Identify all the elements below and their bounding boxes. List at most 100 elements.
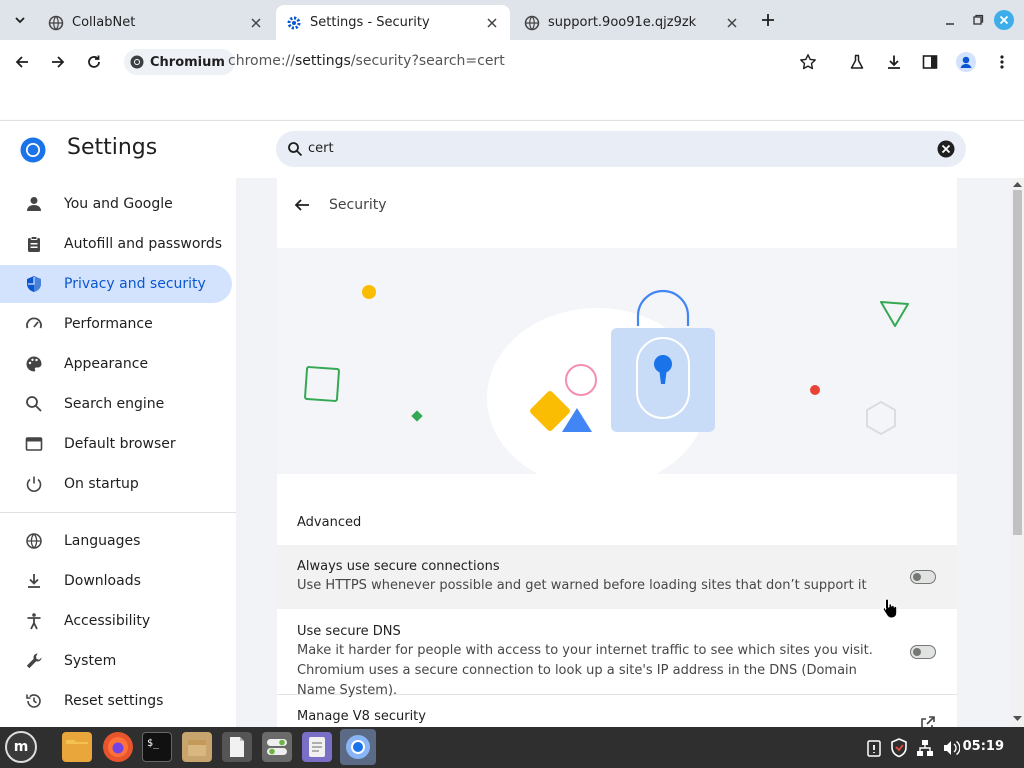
maximize-button[interactable]	[968, 10, 988, 30]
sidebar-item-label: Autofill and passwords	[64, 236, 223, 252]
side-panel-button[interactable]	[916, 48, 944, 76]
settings-search-box[interactable]: cert	[276, 131, 966, 167]
sidebar-item-reset-settings[interactable]: Reset settings	[0, 682, 232, 720]
tab-label: Settings - Security	[310, 15, 430, 30]
download-icon	[24, 571, 44, 591]
forward-button[interactable]	[44, 48, 72, 76]
main-scrollbar[interactable]	[1011, 178, 1024, 727]
sidebar-item-search-engine[interactable]: Search engine	[0, 385, 232, 423]
site-info-chip[interactable]: Chromium	[124, 49, 235, 75]
settings-search-input[interactable]: cert	[308, 141, 334, 156]
tab-settings-security[interactable]: Settings - Security	[276, 5, 510, 40]
system-clock[interactable]: 05:19	[963, 739, 1004, 754]
close-icon	[251, 17, 261, 28]
close-tab-button[interactable]	[482, 13, 502, 33]
download-icon	[888, 55, 900, 69]
text-editor-button[interactable]	[222, 732, 252, 762]
always-use-secure-connections-row[interactable]: Always use secure connections Use HTTPS …	[277, 545, 957, 609]
star-outline-icon	[800, 54, 816, 70]
sidebar-item-label: Search engine	[64, 396, 165, 412]
sidebar-item-on-startup[interactable]: On startup	[0, 465, 232, 503]
tab-collabnet[interactable]: CollabNet	[38, 5, 274, 40]
url-prefix: chrome://	[228, 53, 295, 69]
files-app-button[interactable]	[62, 732, 92, 762]
sidebar-item-label: Downloads	[64, 573, 141, 589]
back-button[interactable]	[8, 48, 36, 76]
security-page-card: Security Advanced Always use secure conn…	[277, 178, 957, 727]
sidebar-item-downloads[interactable]: Downloads	[0, 562, 232, 600]
bookmark-button[interactable]	[794, 48, 822, 76]
archive-button[interactable]	[182, 732, 212, 762]
close-window-button[interactable]	[994, 10, 1014, 30]
clear-circle-icon	[937, 140, 955, 158]
settings-gear-icon	[286, 15, 302, 31]
chip-label: Chromium	[150, 54, 225, 70]
sidebar-item-you-and-google[interactable]: You and Google	[0, 185, 232, 223]
search-icon	[288, 142, 303, 157]
security-illustration	[304, 285, 909, 474]
back-to-privacy-button[interactable]	[293, 196, 313, 216]
profile-button[interactable]	[952, 48, 980, 76]
scroll-up-arrow-icon	[1013, 182, 1022, 187]
new-tab-button[interactable]	[754, 6, 782, 34]
sidebar-item-performance[interactable]: Performance	[0, 305, 232, 343]
downloads-button[interactable]	[880, 48, 908, 76]
row-description: Make it harder for people with access to…	[297, 643, 873, 698]
close-tab-button[interactable]	[246, 13, 266, 33]
maximize-icon	[973, 14, 984, 25]
archive-icon	[188, 740, 206, 756]
close-tab-button[interactable]	[722, 13, 742, 33]
settings-title: Settings	[67, 135, 158, 160]
arrow-right-icon	[52, 56, 65, 68]
sidebar-item-label: Appearance	[64, 356, 149, 372]
labs-button[interactable]	[843, 48, 871, 76]
sidebar-item-system[interactable]: System	[0, 642, 232, 680]
firefox-icon	[108, 737, 128, 757]
menu-button[interactable]	[988, 48, 1016, 76]
minimize-button[interactable]	[940, 10, 960, 30]
volume-icon	[944, 740, 960, 756]
person-icon	[24, 194, 44, 214]
row-title: Use secure DNS	[297, 624, 401, 639]
notes-app-button[interactable]	[302, 732, 332, 762]
secure-connections-toggle[interactable]	[910, 570, 936, 584]
firefox-button[interactable]	[103, 732, 133, 762]
tab-search-button[interactable]	[6, 6, 34, 34]
sidebar-item-label: Reset settings	[64, 693, 164, 709]
hand-cursor-icon	[882, 598, 898, 619]
start-menu-button[interactable]: m	[5, 731, 37, 763]
browser-window-icon	[24, 434, 44, 454]
chromium-taskbar-button[interactable]	[340, 729, 376, 765]
globe-icon	[524, 15, 540, 31]
manage-v8-security-row[interactable]: Manage V8 security	[277, 695, 957, 727]
sidebar-item-appearance[interactable]: Appearance	[0, 345, 232, 383]
sidebar-item-accessibility[interactable]: Accessibility	[0, 602, 232, 640]
sidebar-item-label: You and Google	[64, 196, 173, 212]
chevron-down-icon	[15, 17, 25, 24]
sidebar-item-privacy-and-security[interactable]: Privacy and security	[0, 265, 232, 303]
reload-button[interactable]	[80, 48, 108, 76]
clipboard-status-icon	[867, 740, 881, 757]
settings-app-button[interactable]	[262, 732, 292, 762]
history-icon	[24, 691, 44, 711]
document-icon	[230, 737, 244, 757]
clear-search-button[interactable]	[936, 139, 956, 159]
more-vertical-icon	[1000, 55, 1004, 69]
search-icon	[24, 394, 44, 414]
secure-dns-toggle[interactable]	[910, 645, 936, 659]
sidebar-item-label: System	[64, 653, 117, 669]
sidebar-divider	[0, 512, 236, 513]
sidebar-item-label: Default browser	[64, 436, 176, 452]
tab-label: support.9oo91e.qjz9zk	[548, 15, 697, 30]
wrench-icon	[24, 651, 44, 671]
sidebar-item-languages[interactable]: Languages	[0, 522, 232, 560]
main-scrollbar-thumb[interactable]	[1013, 190, 1022, 535]
page-title: Security	[329, 197, 387, 213]
sidebar-item-autofill[interactable]: Autofill and passwords	[0, 225, 232, 263]
terminal-button[interactable]: $_	[142, 732, 172, 762]
address-bar[interactable]: Chromium chrome://settings/security?sear…	[120, 45, 834, 79]
shield-status-icon	[891, 738, 907, 758]
sidebar-item-default-browser[interactable]: Default browser	[0, 425, 232, 463]
use-secure-dns-row[interactable]: Use secure DNS Make it harder for people…	[277, 609, 957, 698]
tab-support[interactable]: support.9oo91e.qjz9zk	[514, 5, 750, 40]
